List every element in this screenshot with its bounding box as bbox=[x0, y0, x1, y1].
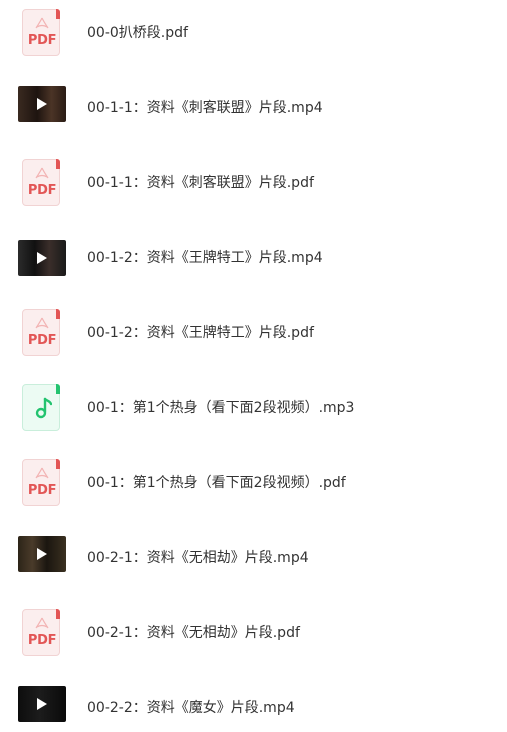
file-row-video[interactable]: 00-1-1：资料《刺客联盟》片段.mp4 bbox=[0, 80, 507, 155]
pdf-file-icon: PDF bbox=[18, 459, 66, 507]
video-thumbnail bbox=[18, 234, 66, 282]
file-row-video[interactable]: 00-2-2：资料《魔女》片段.mp4 bbox=[0, 680, 507, 729]
file-row-pdf[interactable]: PDF 00-1-1：资料《刺客联盟》片段.pdf bbox=[0, 155, 507, 230]
file-name[interactable]: 00-1：第1个热身（看下面2段视频）.pdf bbox=[87, 473, 346, 493]
pdf-icon-label: PDF bbox=[27, 33, 57, 48]
file-list: PDF 00-0扒桥段.pdf 00-1-1：资料《刺客联盟》片段.mp4 PD… bbox=[0, 0, 507, 729]
file-row-audio[interactable]: 00-1：第1个热身（看下面2段视频）.mp3 bbox=[0, 380, 507, 455]
pdf-file-icon: PDF bbox=[18, 159, 66, 207]
video-thumbnail bbox=[18, 84, 66, 132]
file-row-pdf[interactable]: PDF 00-1-2：资料《王牌特工》片段.pdf bbox=[0, 305, 507, 380]
play-icon bbox=[37, 98, 47, 110]
file-row-video[interactable]: 00-2-1：资料《无相劫》片段.mp4 bbox=[0, 530, 507, 605]
pdf-icon-label: PDF bbox=[27, 333, 57, 348]
audio-file-icon bbox=[18, 384, 66, 432]
file-row-pdf[interactable]: PDF 00-2-1：资料《无相劫》片段.pdf bbox=[0, 605, 507, 680]
pdf-icon-label: PDF bbox=[27, 183, 57, 198]
file-name[interactable]: 00-1-2：资料《王牌特工》片段.mp4 bbox=[87, 248, 323, 268]
file-name[interactable]: 00-2-1：资料《无相劫》片段.mp4 bbox=[87, 548, 309, 568]
file-row-pdf[interactable]: PDF 00-0扒桥段.pdf bbox=[0, 5, 507, 80]
file-name[interactable]: 00-1：第1个热身（看下面2段视频）.mp3 bbox=[87, 398, 354, 418]
file-name[interactable]: 00-1-2：资料《王牌特工》片段.pdf bbox=[87, 323, 314, 343]
music-note-icon bbox=[35, 397, 52, 419]
pdf-file-icon: PDF bbox=[18, 609, 66, 657]
video-thumbnail bbox=[18, 534, 66, 582]
pdf-icon-label: PDF bbox=[27, 633, 57, 648]
play-icon bbox=[37, 548, 47, 560]
pdf-icon-label: PDF bbox=[27, 483, 57, 498]
file-name[interactable]: 00-2-1：资料《无相劫》片段.pdf bbox=[87, 623, 300, 643]
file-name[interactable]: 00-1-1：资料《刺客联盟》片段.pdf bbox=[87, 173, 314, 193]
file-name[interactable]: 00-1-1：资料《刺客联盟》片段.mp4 bbox=[87, 98, 323, 118]
pdf-file-icon: PDF bbox=[18, 9, 66, 57]
video-thumbnail bbox=[18, 684, 66, 732]
play-icon bbox=[37, 698, 47, 710]
pdf-file-icon: PDF bbox=[18, 309, 66, 357]
play-icon bbox=[37, 252, 47, 264]
file-name[interactable]: 00-2-2：资料《魔女》片段.mp4 bbox=[87, 698, 295, 718]
file-name[interactable]: 00-0扒桥段.pdf bbox=[87, 23, 188, 43]
file-row-pdf[interactable]: PDF 00-1：第1个热身（看下面2段视频）.pdf bbox=[0, 455, 507, 530]
file-row-video[interactable]: 00-1-2：资料《王牌特工》片段.mp4 bbox=[0, 230, 507, 305]
